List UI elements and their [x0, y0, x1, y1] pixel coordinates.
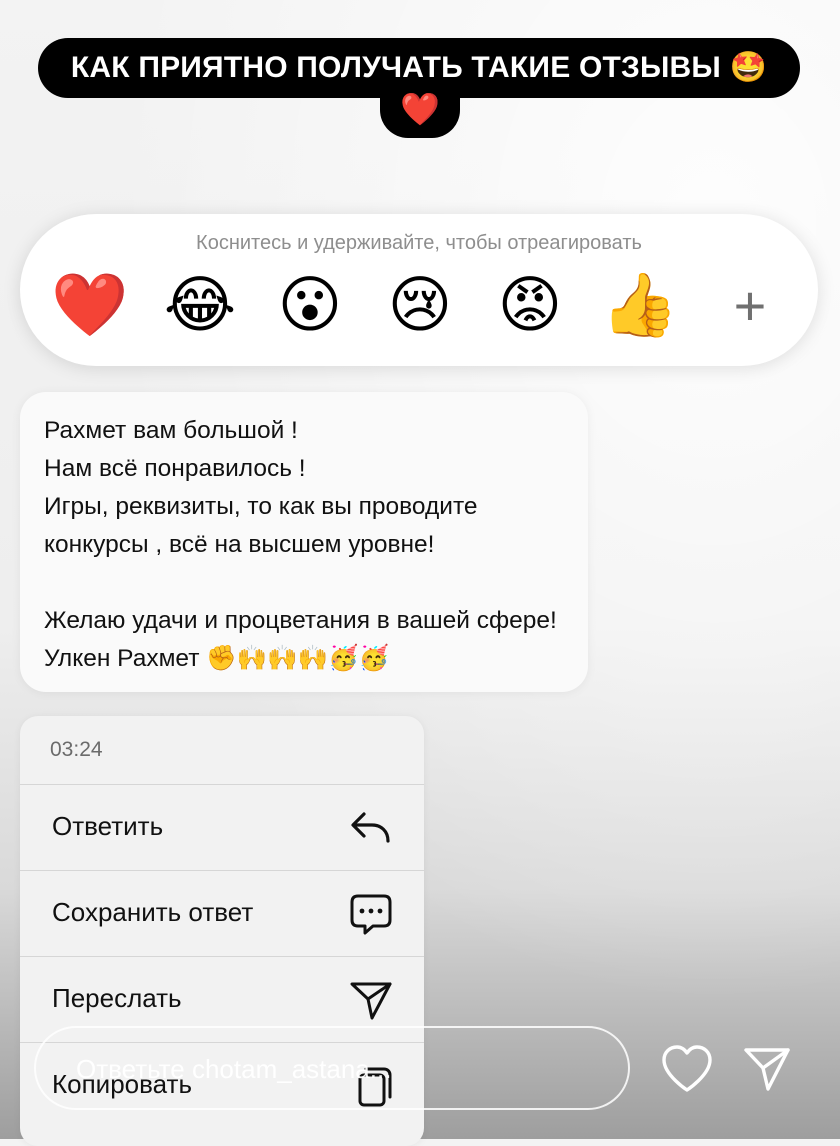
heart-outline-icon[interactable] [660, 1044, 714, 1094]
menu-item-label: Ответить [52, 811, 164, 841]
menu-item-reply[interactable]: Ответить [20, 784, 424, 871]
send-icon[interactable] [742, 1044, 792, 1094]
more-reactions-button[interactable]: + [710, 266, 790, 346]
forward-icon [350, 982, 392, 1020]
message-bubble[interactable]: Рахмет вам большой ! Нам всё понравилось… [20, 392, 588, 692]
story-caption-heart: ❤️ [380, 84, 460, 138]
reply-placeholder: Ответьте chotam_astana... [76, 1054, 392, 1084]
menu-item-save-reply[interactable]: Сохранить ответ [20, 870, 424, 957]
reaction-thumbs-up[interactable]: 👍 [600, 266, 680, 346]
menu-item-label: Переслать [52, 983, 182, 1013]
reaction-hint: Коснитесь и удерживайте, чтобы отреагиро… [196, 232, 642, 254]
menu-item-label: Сохранить ответ [52, 897, 254, 927]
reaction-bar: Коснитесь и удерживайте, чтобы отреагиро… [20, 214, 818, 366]
reaction-angry[interactable]: 😡 [490, 266, 570, 346]
reaction-heart[interactable]: ❤️ [50, 266, 130, 346]
saved-reply-icon [350, 894, 392, 935]
reply-icon [351, 812, 390, 843]
message-time: 03:24 [50, 738, 103, 761]
reaction-crying[interactable]: 😢 [380, 266, 460, 346]
reaction-laughing[interactable]: 😂 [160, 266, 240, 346]
reply-input[interactable]: Ответьте chotam_astana... [34, 1026, 630, 1110]
reaction-row: ❤️ 😂 😮 😢 😡 👍 + [50, 266, 790, 346]
reaction-surprised[interactable]: 😮 [270, 266, 350, 346]
message-text: Рахмет вам большой ! Нам всё понравилось… [44, 417, 557, 672]
